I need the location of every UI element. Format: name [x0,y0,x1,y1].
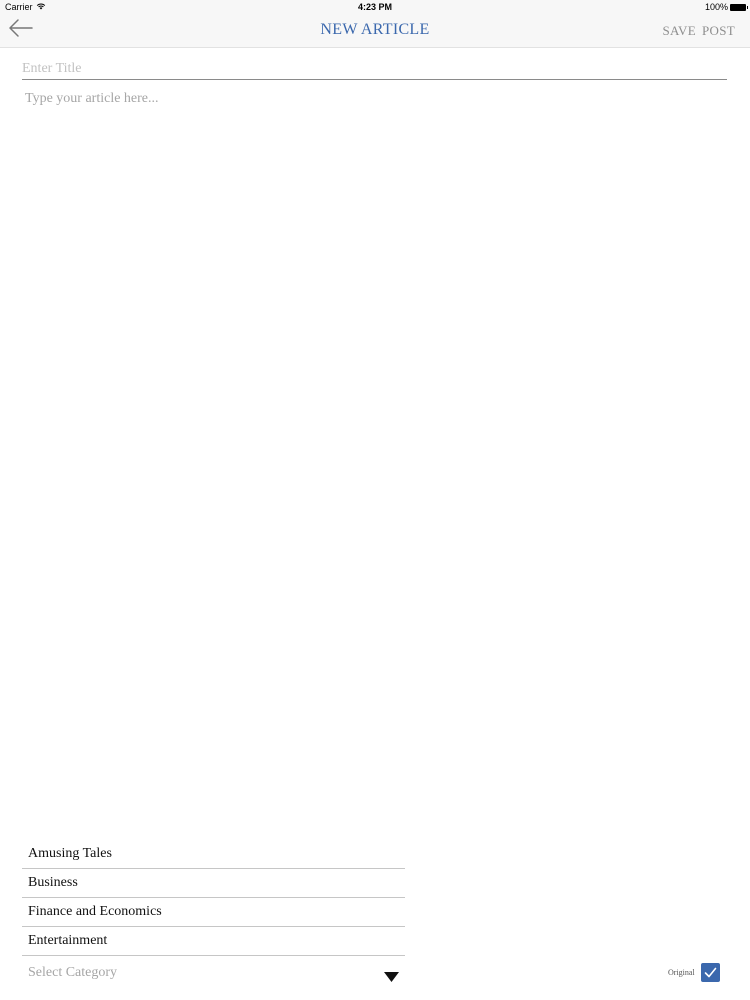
category-option[interactable]: Entertainment [22,927,405,956]
original-toggle[interactable]: Original [668,963,720,982]
nav-actions: SAVE POST [663,23,735,39]
status-bar: Carrier 4:23 PM 100% [0,0,750,14]
category-option-list: Amusing Tales Business Finance and Econo… [22,840,405,956]
title-input[interactable] [22,58,727,80]
page-title: NEW ARTICLE [320,21,430,38]
status-time: 4:23 PM [357,2,392,12]
category-option[interactable]: Business [22,869,405,898]
category-option[interactable]: Finance and Economics [22,898,405,927]
original-checkbox[interactable] [700,963,720,982]
status-right: 100% [704,2,748,12]
save-button[interactable]: SAVE [663,23,696,39]
post-button[interactable]: POST [702,23,735,39]
category-option[interactable]: Amusing Tales [22,840,405,869]
caret-down-icon [384,969,399,987]
navigation-bar: NEW ARTICLE SAVE POST [0,14,750,48]
original-label: Original [668,968,695,977]
battery-icon [730,3,748,11]
category-select[interactable]: Select Category [22,960,405,986]
checkmark-icon [704,967,716,978]
battery-percent: 100% [704,2,728,12]
article-body-input[interactable] [22,91,733,821]
category-select-label: Select Category [28,965,118,980]
